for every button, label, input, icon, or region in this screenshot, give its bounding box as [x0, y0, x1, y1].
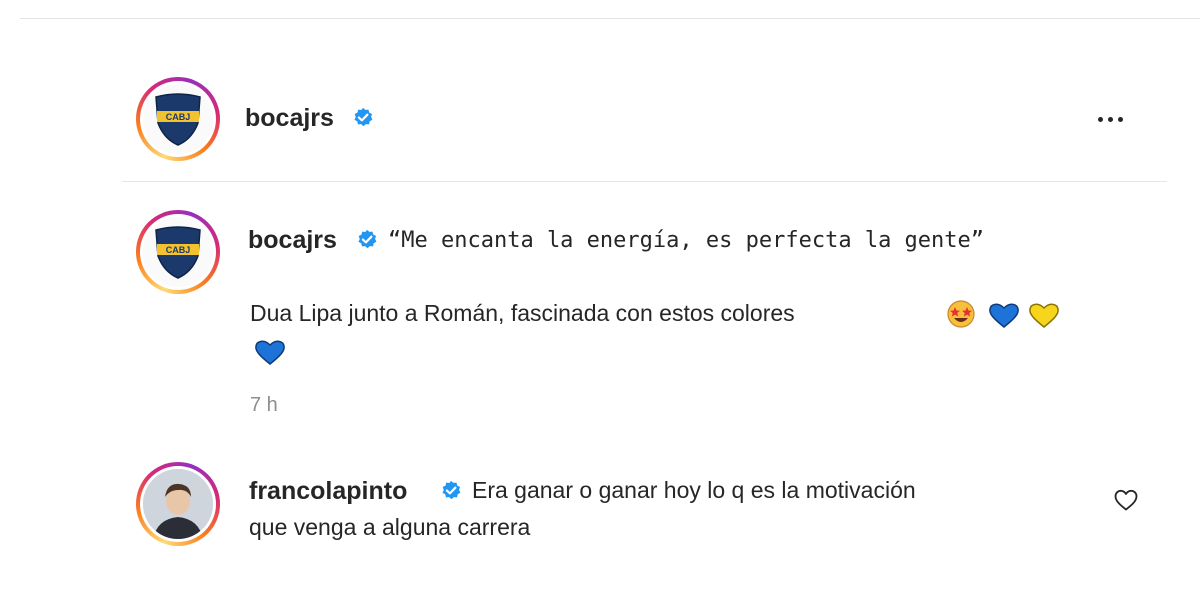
verified-badge-icon [354, 107, 373, 127]
post-timestamp[interactable]: 7 h [250, 394, 278, 417]
blue-heart-emoji-icon [989, 303, 1019, 328]
heart-like-icon[interactable] [1113, 488, 1139, 512]
yellow-heart-emoji-icon [1029, 303, 1059, 328]
star-struck-emoji-icon [947, 300, 975, 328]
blue-heart-emoji-icon [255, 340, 285, 365]
caption-author-avatar[interactable]: CABJ [136, 210, 220, 294]
top-divider [20, 18, 1200, 19]
verified-badge-icon [358, 229, 377, 249]
comment-author-avatar[interactable] [136, 462, 220, 546]
caption-text: Dua Lipa junto a Román, fascinada con es… [250, 300, 795, 326]
post-author-username[interactable]: bocajrs [245, 104, 334, 133]
comment-text-line-1: Era ganar o ganar hoy lo q es la motivac… [472, 477, 916, 503]
caption-quote: “Me encanta la energía, es perfecta la g… [388, 228, 985, 253]
post-author-avatar[interactable]: CABJ [136, 77, 220, 161]
svg-text:CABJ: CABJ [166, 245, 191, 255]
verified-badge-icon [442, 480, 461, 500]
person-avatar-icon [143, 469, 213, 539]
header-divider [122, 181, 1167, 182]
caption-author-username[interactable]: bocajrs [248, 226, 337, 255]
comment-text-line-2: que venga a alguna carrera [249, 514, 531, 540]
svg-text:CABJ: CABJ [166, 112, 191, 122]
boca-crest-icon: CABJ [155, 226, 201, 279]
boca-crest-icon: CABJ [155, 93, 201, 146]
comment-author-username[interactable]: francolapinto [249, 477, 407, 506]
more-options-button[interactable] [1090, 108, 1130, 130]
